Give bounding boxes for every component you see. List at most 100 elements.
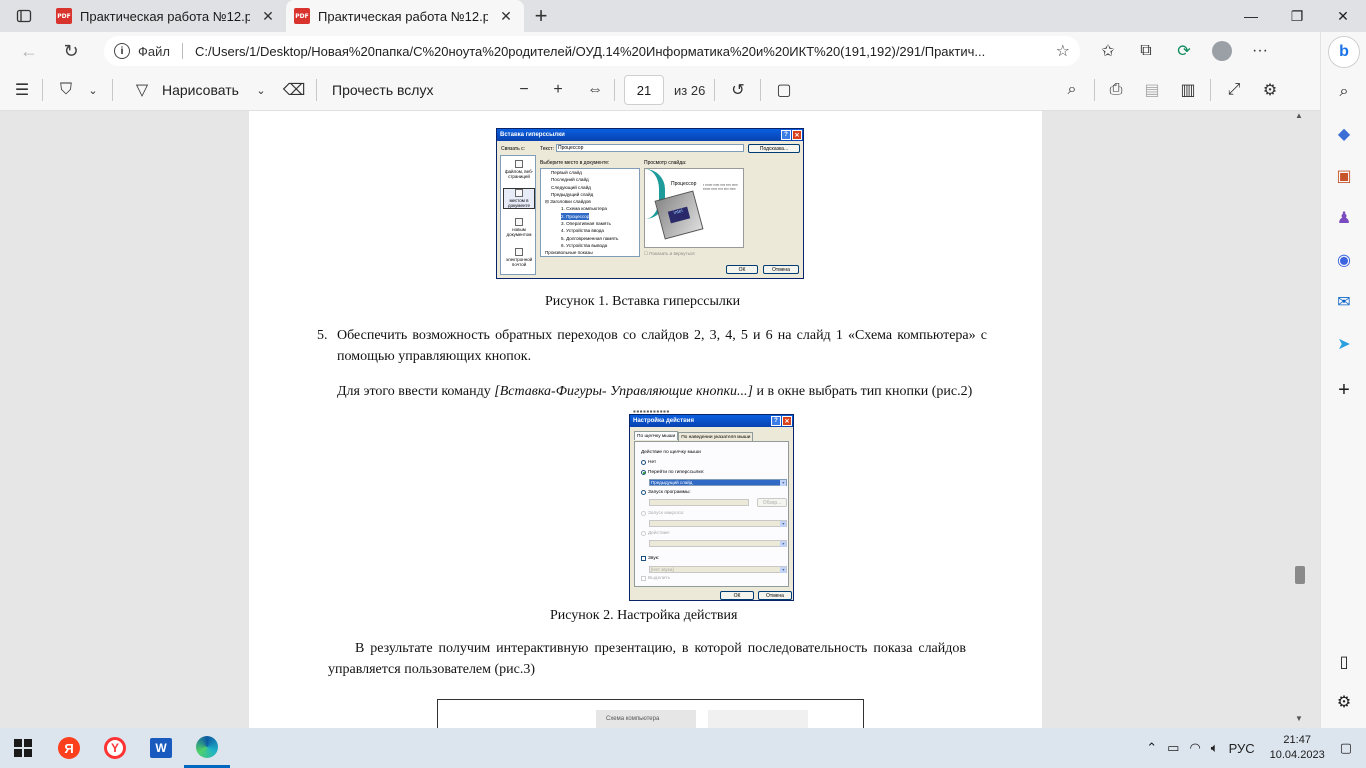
close-window-icon[interactable]: ✕: [1320, 0, 1366, 32]
eraser-icon[interactable]: ⌫: [282, 75, 306, 105]
refresh-button[interactable]: ↻: [54, 36, 88, 66]
chevron-down-icon: ▾: [780, 521, 786, 527]
send-icon[interactable]: ➤: [1330, 330, 1358, 358]
taskbar-edge[interactable]: [184, 728, 230, 768]
sidebar-layout-icon[interactable]: ▯: [1330, 648, 1358, 676]
chevron-down-icon[interactable]: ⌄: [252, 75, 270, 105]
draw-button[interactable]: Нарисовать: [162, 75, 239, 105]
tab-pdf-2[interactable]: PDF Практическая работа №12.pdf ✕: [286, 0, 524, 32]
option-none: Нет: [641, 460, 656, 465]
find-icon[interactable]: ⌕: [1060, 75, 1084, 105]
shopping-icon[interactable]: ◆: [1330, 120, 1358, 148]
address-field[interactable]: i Файл C:/Users/1/Desktop/Новая%20папка/…: [104, 36, 1080, 66]
bing-icon[interactable]: b: [1328, 36, 1360, 68]
new-tab-button[interactable]: +: [524, 0, 558, 32]
settings-icon[interactable]: ⚙: [1258, 75, 1282, 105]
tab-actions-button[interactable]: [0, 0, 48, 32]
date: 10.04.2023: [1269, 749, 1325, 761]
fit-width-icon[interactable]: ⇔: [582, 75, 608, 105]
battery-icon[interactable]: ▭: [1162, 740, 1184, 756]
tools-icon[interactable]: ▣: [1330, 162, 1358, 190]
pdf-viewer[interactable]: Вставка гиперссылки ? ✕ Связать с: Текст:…: [0, 111, 1320, 728]
fullscreen-icon[interactable]: ⤢: [1222, 75, 1246, 105]
select-place-label: Выберите место в документе:: [540, 160, 610, 166]
figure-3-slide-right: [708, 710, 808, 728]
hyperlink-dialog-image: Вставка гиперссылки ? ✕ Связать с: Текст:…: [496, 128, 804, 279]
tab-strip: PDF Практическая работа №12.pdf ✕ PDF Пр…: [0, 0, 1366, 32]
zoom-in-icon[interactable]: +: [546, 75, 570, 105]
tree-item: Последний слайд: [551, 177, 589, 183]
divider: [614, 79, 615, 101]
cancel-button: Отмена: [758, 591, 792, 600]
start-button[interactable]: [0, 728, 46, 768]
taskbar-yandex-browser[interactable]: Y: [92, 728, 138, 768]
extension-icon[interactable]: ⟳: [1168, 36, 1200, 66]
scroll-up-icon[interactable]: ▲: [1295, 111, 1303, 120]
url-text[interactable]: C:/Users/1/Desktop/Новая%20папка/С%20ноу…: [195, 44, 1048, 59]
close-tab-icon[interactable]: ✕: [496, 8, 516, 25]
divider: [42, 79, 43, 101]
clock[interactable]: 21:47 10.04.2023: [1260, 733, 1335, 763]
zoom-out-icon[interactable]: −: [512, 75, 536, 105]
more-icon[interactable]: ···: [1244, 36, 1276, 66]
back-button[interactable]: ←: [12, 36, 46, 66]
office-icon[interactable]: ◉: [1330, 246, 1358, 274]
page-number-input[interactable]: 21: [624, 75, 664, 105]
checkbox-icon: [641, 576, 646, 581]
games-icon[interactable]: ♟: [1330, 204, 1358, 232]
contents-icon[interactable]: ☰: [10, 75, 34, 105]
add-icon[interactable]: +: [1330, 376, 1358, 404]
network-icon[interactable]: ◠: [1184, 740, 1205, 756]
collections-icon[interactable]: ⧉: [1130, 36, 1162, 66]
option-program: Запуск программы:: [641, 490, 691, 495]
rotate-icon[interactable]: ↺: [726, 75, 750, 105]
volume-icon[interactable]: 🔈︎: [1206, 740, 1224, 756]
highlight-icon[interactable]: ⛉: [54, 75, 78, 105]
vertical-scrollbar[interactable]: ▲ ▼: [1293, 111, 1307, 728]
favorites-icon[interactable]: ✩: [1092, 36, 1124, 66]
divider: [760, 79, 761, 101]
minimize-icon[interactable]: —: [1228, 0, 1274, 32]
browse-button: Обзор...: [757, 498, 787, 507]
scroll-down-icon[interactable]: ▼: [1295, 714, 1303, 723]
close-tab-icon[interactable]: ✕: [258, 8, 278, 25]
edge-icon: [196, 735, 218, 758]
notifications-icon[interactable]: ▢: [1335, 740, 1366, 756]
profile-button[interactable]: [1206, 36, 1238, 66]
search-icon[interactable]: ⌕: [1330, 78, 1358, 106]
print-icon[interactable]: ⎙: [1104, 75, 1128, 105]
radio-icon: [641, 460, 646, 465]
draw-icon[interactable]: ▽: [130, 75, 154, 105]
figure-caption-2: Рисунок 2. Настройка действия: [550, 608, 738, 623]
dialog-title: Настройка действия: [633, 418, 694, 424]
yandex-browser-icon: Y: [104, 737, 126, 759]
outlook-icon[interactable]: ✉: [1330, 288, 1358, 316]
divider: [112, 79, 113, 101]
group-label: Действие по щелчку мыши: [641, 450, 701, 455]
add-favorite-icon[interactable]: ☆: [1056, 41, 1070, 61]
divider: [181, 43, 183, 59]
taskbar-yandex[interactable]: Я: [46, 728, 92, 768]
taskbar: Я Y W ⌃ ▭ ◠ 🔈︎ РУС 21:47 10.04.2023 ▢: [0, 728, 1366, 768]
sidebar-settings-icon[interactable]: ⚙: [1330, 688, 1358, 716]
save-icon[interactable]: ▤: [1140, 75, 1164, 105]
language-indicator[interactable]: РУС: [1224, 741, 1260, 756]
instruction-paragraph: Для этого ввести команду [Вставка-Фигуры…: [337, 384, 973, 399]
tab-pdf-1[interactable]: PDF Практическая работа №12.pdf ✕: [48, 0, 286, 32]
divider: [1210, 79, 1211, 101]
link-new-doc-item: новым документом: [503, 218, 535, 237]
cancel-button: Отмена: [763, 265, 799, 274]
info-icon[interactable]: i: [114, 43, 130, 59]
list-item-5: Обеспечить возможность обратных переходо…: [337, 328, 987, 364]
list-number: 5.: [317, 328, 328, 343]
save-as-icon[interactable]: ▥: [1176, 75, 1200, 105]
dialog-titlebar: Вставка гиперссылки ? ✕: [497, 129, 803, 141]
read-aloud-button[interactable]: Прочесть вслух: [332, 75, 433, 105]
restore-icon[interactable]: ❐: [1274, 0, 1320, 32]
help-icon: ?: [771, 416, 781, 426]
scrollbar-thumb[interactable]: [1295, 566, 1305, 584]
page-view-icon[interactable]: ▢: [772, 75, 796, 105]
show-hidden-icons[interactable]: ⌃: [1141, 740, 1162, 756]
chevron-down-icon[interactable]: ⌄: [84, 75, 102, 105]
taskbar-word[interactable]: W: [138, 728, 184, 768]
